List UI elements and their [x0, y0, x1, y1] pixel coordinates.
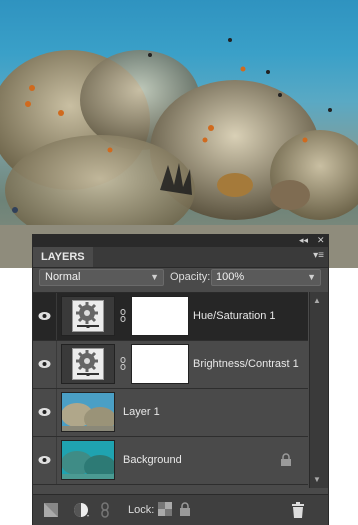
underwater-photo-canvas [0, 0, 358, 268]
layer-name[interactable]: Hue/Saturation 1 [193, 310, 276, 322]
layer-mask-thumbnail[interactable] [131, 344, 189, 384]
layer-thumbnail [61, 440, 115, 480]
tab-layers[interactable]: LAYERS [33, 247, 93, 267]
options-row: Normal ▼ Opacity: 100% ▼ [33, 268, 328, 288]
layer-row-background[interactable]: Background [33, 437, 308, 485]
panel-menu-icon[interactable]: ▾≡ [313, 251, 324, 261]
eye-icon [38, 408, 51, 416]
blend-mode-select[interactable]: Normal ▼ [39, 269, 164, 286]
lock-transparency-icon[interactable] [158, 502, 172, 516]
opacity-value: 100% [216, 271, 245, 283]
layer-row-brightness-contrast[interactable]: Brightness/Contrast 1 [33, 341, 308, 389]
eye-icon [38, 456, 51, 464]
layer-name[interactable]: Layer 1 [123, 406, 160, 418]
lock-icon [281, 453, 291, 466]
reef-thumbnail-image [62, 393, 114, 431]
eye-icon [38, 360, 51, 368]
gear-adjustment-icon [76, 350, 99, 376]
layer-row-hue-saturation[interactable]: Hue/Saturation 1 [33, 293, 308, 341]
panel-title-bar[interactable]: ◂◂ ✕ [33, 235, 328, 247]
visibility-toggle[interactable] [33, 437, 57, 484]
visibility-toggle[interactable] [33, 341, 57, 388]
gear-adjustment-icon [76, 302, 99, 328]
close-icon[interactable]: ✕ [317, 235, 325, 246]
trash-icon[interactable] [291, 502, 305, 518]
layer-name[interactable]: Brightness/Contrast 1 [193, 358, 299, 370]
layer-mask-thumbnail[interactable] [131, 296, 189, 336]
link-chain-icon[interactable] [120, 309, 126, 322]
layer-row-layer-1[interactable]: Layer 1 [33, 389, 308, 437]
chevron-down-icon: ▼ [307, 272, 316, 282]
eye-icon [38, 312, 51, 320]
lock-label: Lock: [128, 504, 155, 516]
coral-reef-image [0, 38, 358, 268]
new-layer-icon[interactable] [43, 502, 59, 518]
adjustment-thumbnail [61, 344, 115, 384]
visibility-toggle[interactable] [33, 293, 57, 340]
visibility-toggle[interactable] [33, 389, 57, 436]
layers-panel: ◂◂ ✕ LAYERS ▾≡ Normal ▼ Opacity: 100% ▼ [32, 234, 329, 525]
adjustment-layer-icon[interactable] [73, 502, 91, 518]
link-chain-icon[interactable] [120, 357, 126, 370]
adjustment-thumbnail [61, 296, 115, 336]
panel-tab-row: LAYERS ▾≡ [33, 247, 328, 268]
layer-list-scrollbar[interactable]: ▲ ▼ [309, 292, 328, 488]
blend-mode-value: Normal [45, 271, 81, 283]
layer-name[interactable]: Background [123, 454, 182, 466]
layer-list: Hue/Saturation 1 Brightness/Contrast 1 L… [33, 292, 308, 489]
opacity-label: Opacity: [170, 271, 211, 283]
opacity-field[interactable]: 100% ▼ [211, 269, 321, 286]
lock-all-icon[interactable] [179, 502, 191, 516]
panel-bottom-toolbar: Lock: [33, 494, 328, 525]
scroll-up-icon[interactable]: ▲ [313, 296, 321, 305]
scroll-down-icon[interactable]: ▼ [313, 475, 321, 484]
collapse-icon[interactable]: ◂◂ [299, 235, 308, 246]
chevron-down-icon: ▼ [150, 272, 159, 282]
layer-thumbnail [61, 392, 115, 432]
reef-thumbnail-image [62, 441, 114, 479]
link-layers-icon[interactable] [100, 502, 110, 518]
